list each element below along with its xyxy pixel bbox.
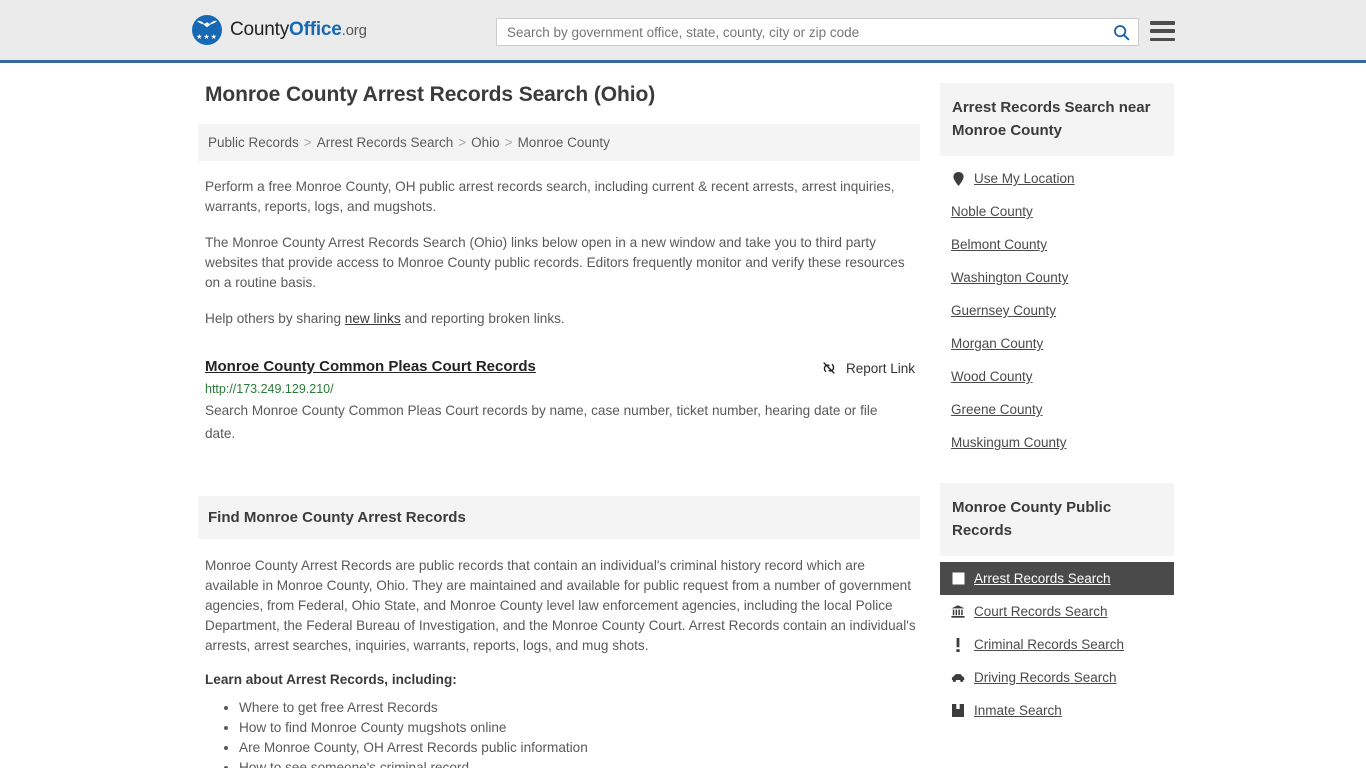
public-records-list: Arrest Records Search Court Records Sear… bbox=[940, 556, 1174, 727]
sidebar-item-label: Greene County bbox=[951, 402, 1043, 417]
sidebar-item-label: Use My Location bbox=[974, 171, 1075, 186]
breadcrumb-item-monroe-county[interactable]: Monroe County bbox=[518, 135, 610, 150]
sidebar-item-arrest-records-search[interactable]: Arrest Records Search bbox=[940, 562, 1174, 595]
page-title: Monroe County Arrest Records Search (Ohi… bbox=[205, 83, 656, 106]
exclamation-icon bbox=[951, 637, 965, 652]
sidebar-item-greene-county[interactable]: Greene County bbox=[940, 393, 1174, 426]
sidebar-item-noble-county[interactable]: Noble County bbox=[940, 195, 1174, 228]
breadcrumb-item-public-records[interactable]: Public Records bbox=[208, 135, 299, 150]
search-button[interactable] bbox=[1104, 19, 1138, 45]
sidebar-item-label: Noble County bbox=[951, 204, 1033, 219]
learn-about-list: Where to get free Arrest Records How to … bbox=[205, 698, 920, 768]
sidebar-item-washington-county[interactable]: Washington County bbox=[940, 261, 1174, 294]
help-text-after: and reporting broken links. bbox=[400, 311, 565, 326]
logo-text-county: County bbox=[230, 19, 290, 40]
sidebar-item-muskingum-county[interactable]: Muskingum County bbox=[940, 426, 1174, 459]
help-others-line: Help others by sharing new links and rep… bbox=[205, 309, 919, 329]
sidebar-item-use-my-location[interactable]: Use My Location bbox=[940, 162, 1174, 195]
list-item: Are Monroe County, OH Arrest Records pub… bbox=[239, 738, 920, 758]
logo-wordmark: CountyOffice.org bbox=[230, 19, 367, 41]
sidebar-item-label: Inmate Search bbox=[974, 703, 1062, 718]
courthouse-icon bbox=[951, 605, 965, 619]
breadcrumb-item-ohio[interactable]: Ohio bbox=[471, 135, 500, 150]
search-input[interactable] bbox=[497, 24, 1104, 40]
result-description: Search Monroe County Common Pleas Court … bbox=[205, 403, 878, 441]
broken-link-icon bbox=[823, 362, 835, 374]
list-item: How to find Monroe County mugshots onlin… bbox=[239, 718, 920, 738]
sidebar-item-label: Guernsey County bbox=[951, 303, 1057, 318]
intro-paragraph-1: Perform a free Monroe County, OH public … bbox=[205, 179, 895, 214]
sidebar-item-label: Driving Records Search bbox=[974, 670, 1117, 685]
panel-spacer bbox=[940, 459, 1174, 483]
sidebar-item-label: Court Records Search bbox=[974, 604, 1108, 619]
sidebar-item-wood-county[interactable]: Wood County bbox=[940, 360, 1174, 393]
breadcrumb-separator: > bbox=[303, 135, 312, 150]
sidebar-item-court-records-search[interactable]: Court Records Search bbox=[940, 595, 1174, 628]
help-text-before: Help others by sharing bbox=[205, 311, 345, 326]
intro-paragraph-2: The Monroe County Arrest Records Search … bbox=[205, 235, 905, 290]
hamburger-bar-2 bbox=[1150, 29, 1175, 33]
sidebar-item-label: Muskingum County bbox=[951, 435, 1067, 450]
result-url: http://173.249.129.210/ bbox=[205, 382, 334, 396]
result-title-link[interactable]: Monroe County Common Pleas Court Records bbox=[205, 358, 536, 375]
sidebar-item-label: Arrest Records Search bbox=[974, 571, 1111, 586]
inmate-icon bbox=[951, 704, 965, 718]
stars-glyph: ★★★ bbox=[196, 34, 218, 41]
logo-text-org: .org bbox=[341, 22, 367, 39]
nearby-counties-panel: Arrest Records Search near Monroe County… bbox=[940, 83, 1174, 459]
search-bar[interactable] bbox=[496, 18, 1139, 46]
result-item: Monroe County Common Pleas Court Records… bbox=[205, 358, 920, 445]
sidebar-item-driving-records-search[interactable]: Driving Records Search bbox=[940, 661, 1174, 694]
hamburger-bar-3 bbox=[1150, 37, 1175, 41]
list-item: Where to get free Arrest Records bbox=[239, 698, 920, 718]
eagle-shield-icon: ★★★ bbox=[192, 15, 222, 45]
nearby-counties-list: Use My Location Noble County Belmont Cou… bbox=[940, 156, 1174, 459]
section-body-text: Monroe County Arrest Records are public … bbox=[205, 558, 916, 653]
sidebar-item-criminal-records-search[interactable]: Criminal Records Search bbox=[940, 628, 1174, 661]
page-body: Monroe County Arrest Records Search (Ohi… bbox=[0, 63, 1366, 768]
sidebar-item-label: Belmont County bbox=[951, 237, 1048, 252]
section-heading: Find Monroe County Arrest Records bbox=[198, 496, 920, 539]
sidebar-item-guernsey-county[interactable]: Guernsey County bbox=[940, 294, 1174, 327]
site-logo[interactable]: ★★★ CountyOffice.org bbox=[192, 15, 367, 45]
sidebar-item-morgan-county[interactable]: Morgan County bbox=[940, 327, 1174, 360]
hamburger-bar-1 bbox=[1150, 21, 1175, 25]
map-pin-icon bbox=[951, 171, 965, 186]
new-links-link[interactable]: new links bbox=[345, 311, 401, 326]
logo-text-office: Office bbox=[289, 19, 342, 40]
nearby-counties-heading: Arrest Records Search near Monroe County bbox=[940, 83, 1174, 156]
search-icon bbox=[1113, 24, 1129, 40]
sidebar-item-label: Criminal Records Search bbox=[974, 637, 1125, 652]
report-link-label: Report Link bbox=[845, 360, 915, 376]
sidebar-item-label: Morgan County bbox=[951, 336, 1044, 351]
breadcrumb-item-arrest-records-search[interactable]: Arrest Records Search bbox=[317, 135, 454, 150]
document-square-icon bbox=[951, 572, 965, 586]
main-content: Monroe County Arrest Records Search (Ohi… bbox=[198, 83, 920, 768]
breadcrumb-separator: > bbox=[458, 135, 467, 150]
hamburger-menu-icon[interactable] bbox=[1150, 21, 1175, 41]
sidebar-item-label: Washington County bbox=[951, 270, 1069, 285]
breadcrumb: Public Records > Arrest Records Search > Ohi… bbox=[198, 124, 920, 161]
public-records-panel: Monroe County Public Records Arrest Reco… bbox=[940, 483, 1174, 727]
report-link-button[interactable]: Report Link bbox=[821, 360, 915, 376]
site-header: ★★★ CountyOffice.org bbox=[0, 0, 1366, 63]
public-records-heading: Monroe County Public Records bbox=[940, 483, 1174, 556]
sidebar-item-belmont-county[interactable]: Belmont County bbox=[940, 228, 1174, 261]
sidebar-item-label: Wood County bbox=[951, 369, 1033, 384]
breadcrumb-separator: > bbox=[504, 135, 513, 150]
sidebar-item-inmate-search[interactable]: Inmate Search bbox=[940, 694, 1174, 727]
sidebar: Arrest Records Search near Monroe County… bbox=[940, 83, 1174, 727]
learn-about-heading: Learn about Arrest Records, including: bbox=[205, 672, 457, 687]
list-item: How to see someone's criminal record bbox=[239, 758, 920, 768]
car-icon bbox=[951, 671, 965, 685]
eagle-glyph bbox=[197, 20, 217, 28]
